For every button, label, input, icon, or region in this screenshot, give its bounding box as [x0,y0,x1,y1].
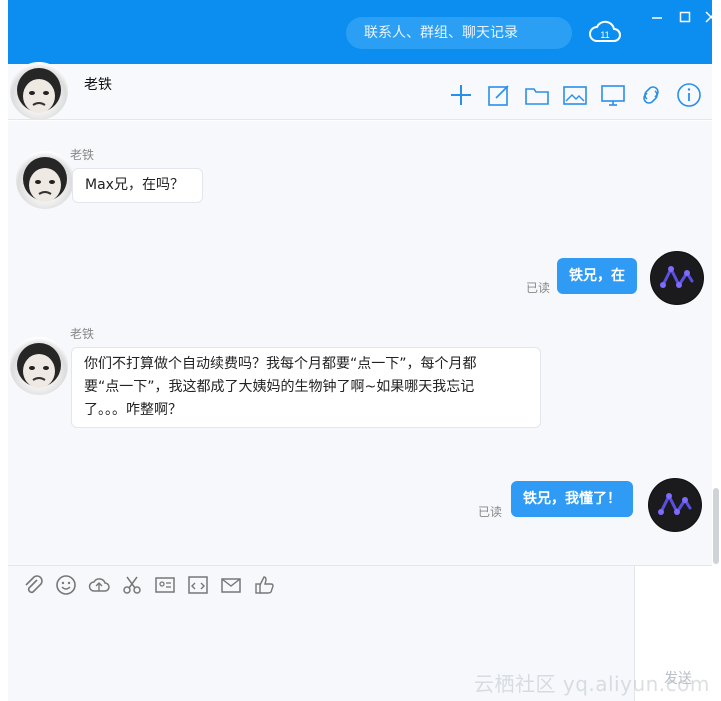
maximize-icon[interactable] [678,10,692,24]
image-icon[interactable] [562,82,588,108]
edit-note-icon[interactable] [486,82,512,108]
message-text-line: 要“点一下”，我这都成了大姨妈的生物钟了啊~如果哪天我忘记 [84,379,475,395]
code-icon[interactable] [187,574,209,596]
add-icon[interactable] [448,82,474,108]
my-avatar[interactable] [650,251,704,305]
sender-avatar[interactable] [10,337,68,395]
message-text: 铁兄，我懂了！ [523,491,621,507]
cloud-upload-icon[interactable] [88,574,110,596]
sender-name: 老铁 [70,327,95,341]
screen-share-icon[interactable] [600,82,626,108]
message-bubble-outgoing[interactable]: 铁兄，在 [557,258,637,294]
svg-text:11: 11 [600,30,609,40]
link-icon[interactable] [638,82,664,108]
read-receipt: 已读 [526,281,551,295]
message-text-line: 你们不打算做个自动续费吗？我每个月都要“点一下”，每个月都 [84,356,477,372]
close-icon[interactable] [704,10,718,24]
message-text: Max兄，在吗？ [85,177,184,193]
message-text-line: 了。。。咋整啊？ [84,402,182,418]
scissors-icon[interactable] [121,574,143,596]
chat-header: 老铁 [8,62,712,120]
thumbs-up-icon[interactable] [254,574,276,596]
message-text: 铁兄，在 [569,268,625,284]
message-list[interactable]: 老铁 Max兄，在吗？ 已读 铁兄，在 老铁 你们不打算做个自动续费吗？我每个月… [8,121,719,565]
mail-icon[interactable] [220,574,242,596]
contact-avatar[interactable] [10,62,68,120]
folder-icon[interactable] [524,82,550,108]
emoji-icon[interactable] [55,574,77,596]
message-bubble-incoming[interactable]: 你们不打算做个自动续费吗？我每个月都要“点一下”，每个月都 要“点一下”，我这都… [71,347,541,428]
title-bar: 联系人、群组、聊天记录 11 [8,0,717,64]
contact-name: 老铁 [84,77,112,93]
sender-name: 老铁 [70,148,95,162]
scrollbar[interactable] [713,488,719,564]
sender-avatar[interactable] [16,151,74,209]
attachment-icon[interactable] [22,574,44,596]
message-bubble-incoming[interactable]: Max兄，在吗？ [72,168,203,203]
my-avatar[interactable] [648,478,702,532]
minimize-icon[interactable] [650,10,664,24]
send-button[interactable]: 发送 [664,668,692,688]
search-input[interactable]: 联系人、群组、聊天记录 [346,17,572,49]
read-receipt: 已读 [478,505,503,519]
info-icon[interactable] [676,82,702,108]
contact-card-icon[interactable] [154,574,176,596]
cloud-sync-icon[interactable]: 11 [588,17,622,47]
message-bubble-outgoing[interactable]: 铁兄，我懂了！ [511,481,633,517]
